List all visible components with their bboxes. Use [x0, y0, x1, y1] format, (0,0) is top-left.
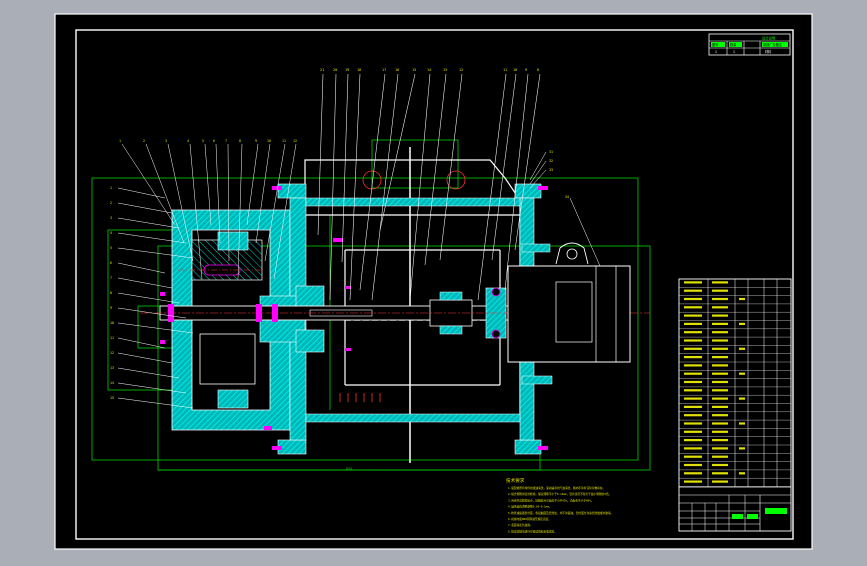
balloon-left-14: 15 — [110, 396, 114, 400]
balloon-mid-8: 9 — [255, 139, 257, 143]
tech-req-line-2: 3.用涂色法检验斑点，接触斑点沿齿高不小于45%，沿齿长不小于60%。 — [508, 498, 594, 502]
balloon-top-10: 11 — [503, 68, 507, 72]
balloon-left-2: 3 — [110, 216, 112, 220]
balloon-left-13: 14 — [110, 381, 114, 385]
balloon-mid-0: 1 — [119, 139, 121, 143]
tech-req-line-1: 2.啮合侧隙用铅丝检验，保证侧隙不小于0.14mm，铅丝直径不得大于最小侧隙的4… — [508, 492, 611, 496]
balloon-right-2: 33 — [549, 168, 553, 172]
balloon-mid-3: 4 — [187, 139, 189, 143]
tech-req-line-5: 6.机座内装N68润滑油至规定高度。 — [508, 517, 551, 521]
cad-drawing-viewer: 设计说明 图号 数量 制造厂及备注 1 1 材料 850 21 20 19 18… — [0, 0, 867, 562]
tech-req-line-4: 5.检查减速器剖分面、各接触面及密封处，均不许漏油，剖分面允许涂密封胶或水玻璃。 — [508, 511, 613, 515]
balloon-motor: 34 — [565, 195, 569, 199]
dimension-label: 850 — [346, 467, 352, 471]
balloon-mid-11: 12 — [293, 139, 297, 143]
title-col2: 数量 — [730, 42, 737, 47]
balloon-top-4: 17 — [382, 68, 386, 72]
tech-req-line-0: 1.装配前所有零件用煤油清洗，滚动轴承用汽油清洗，箱内不许有任何杂物存在。 — [508, 486, 605, 490]
balloon-left-11: 12 — [110, 351, 114, 355]
balloon-left-8: 9 — [110, 306, 112, 310]
tech-req-title: 技术要求 — [506, 477, 525, 484]
balloon-right-0: 31 — [549, 150, 553, 154]
balloon-left-0: 1 — [110, 186, 112, 190]
balloon-top-5: 16 — [395, 68, 399, 72]
title-header: 设计说明 — [762, 36, 776, 41]
balloon-top-2: 19 — [345, 68, 349, 72]
title-v3: 材料 — [765, 49, 772, 54]
balloon-left-10: 11 — [110, 336, 114, 340]
title-v1: 1 — [715, 50, 717, 54]
balloon-top-0: 21 — [320, 68, 324, 72]
balloon-mid-9: 10 — [267, 139, 271, 143]
title-col3: 制造厂及备注 — [763, 42, 783, 47]
balloon-left-12: 13 — [110, 366, 114, 370]
balloon-top-1: 20 — [333, 68, 337, 72]
balloon-left-9: 10 — [110, 321, 114, 325]
balloon-left-5: 6 — [110, 261, 112, 265]
balloon-top-13: 8 — [537, 68, 539, 72]
title-col1: 图号 — [712, 42, 718, 47]
tech-req-line-3: 4.轴承轴向调整游隙0.05~0.1mm。 — [508, 505, 552, 509]
balloon-mid-5: 6 — [213, 139, 215, 143]
title-v2: 1 — [733, 50, 735, 54]
balloon-top-7: 14 — [427, 68, 431, 72]
balloon-right-1: 32 — [549, 159, 553, 163]
balloon-mid-7: 8 — [239, 139, 241, 143]
balloon-mid-4: 5 — [202, 139, 204, 143]
balloon-top-11: 10 — [513, 68, 517, 72]
balloon-left-4: 5 — [110, 246, 112, 250]
balloon-left-1: 2 — [110, 201, 112, 205]
balloon-top-3: 18 — [357, 68, 361, 72]
tech-req-line-6: 7.表面涂灰色油漆。 — [508, 523, 533, 527]
balloon-top-9: 12 — [459, 68, 463, 72]
balloon-left-7: 8 — [110, 291, 112, 295]
balloon-mid-2: 3 — [165, 139, 167, 143]
balloon-top-12: 9 — [525, 68, 527, 72]
balloon-top-6: 15 — [412, 68, 416, 72]
balloon-mid-1: 2 — [143, 139, 145, 143]
balloon-left-6: 7 — [110, 276, 112, 280]
balloon-top-8: 13 — [443, 68, 447, 72]
balloon-mid-6: 7 — [225, 139, 227, 143]
balloon-left-3: 4 — [110, 231, 112, 235]
balloon-mid-10: 11 — [282, 139, 286, 143]
assembly-drawing-svg[interactable]: 设计说明 图号 数量 制造厂及备注 1 1 材料 850 21 20 19 18… — [0, 0, 867, 562]
tech-req-line-7: 8.按试验规范进行空载试验和负载试验。 — [508, 529, 557, 533]
